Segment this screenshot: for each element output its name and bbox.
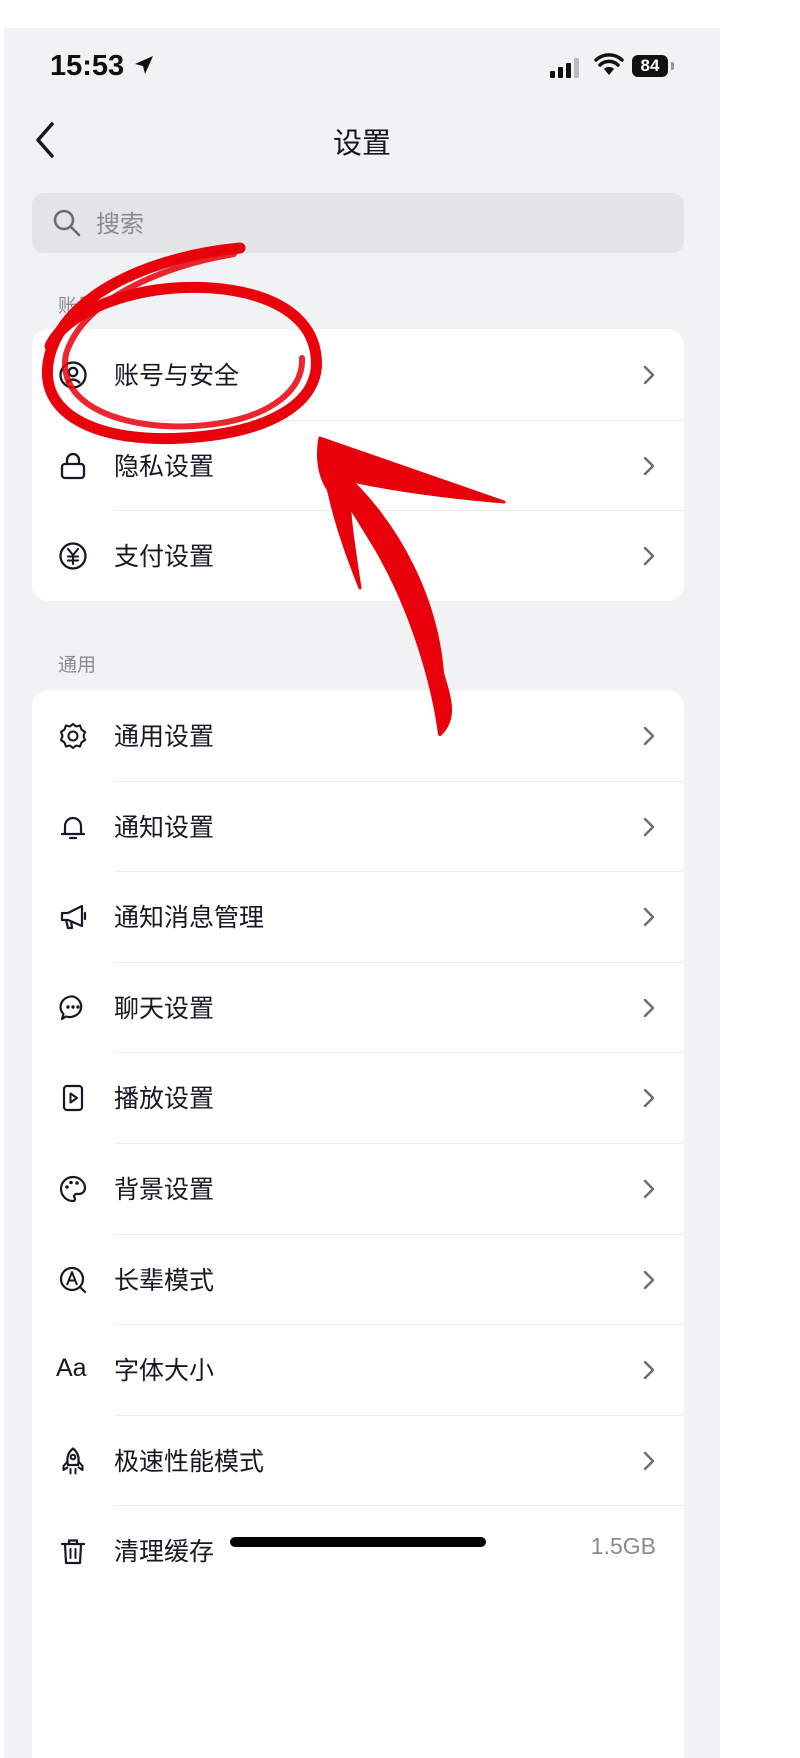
row-label: 长辈模式 (114, 1265, 215, 1295)
home-indicator (230, 1537, 486, 1547)
search-icon (53, 209, 81, 237)
chevron-right-icon (643, 726, 655, 746)
section-label-general: 通用 (58, 654, 97, 676)
settings-row-chat[interactable]: 聊天设置 (32, 961, 684, 1053)
bell-icon (60, 816, 86, 839)
settings-row-elder-mode[interactable]: 长辈模式 (32, 1233, 684, 1325)
search-box[interactable] (32, 193, 684, 253)
gear-icon (59, 722, 87, 750)
row-label: 隐私设置 (114, 451, 215, 481)
row-label: 通用设置 (114, 722, 215, 751)
search-input[interactable] (94, 201, 658, 247)
page-title: 设置 (332, 126, 391, 160)
settings-row-performance-mode[interactable]: 极速性能模式 (32, 1414, 684, 1506)
chevron-right-icon (643, 365, 655, 385)
row-label: 清理缓存 (114, 1537, 215, 1567)
row-label: 通知设置 (114, 812, 215, 842)
status-bar: 15:53 84 (4, 28, 720, 108)
chevron-right-icon (643, 1179, 655, 1199)
font-size-icon: Aa (56, 1354, 87, 1383)
settings-row-general[interactable]: 通用设置 (32, 690, 684, 781)
chevron-right-icon (643, 998, 655, 1017)
play-icon (62, 1085, 84, 1112)
battery-indicator: 84 (632, 55, 668, 77)
row-label: 支付设置 (114, 542, 215, 572)
settings-row-font-size[interactable]: Aa 字体大小 (32, 1324, 684, 1415)
location-arrow-icon (135, 56, 153, 74)
elder-mode-icon (59, 1266, 87, 1293)
general-settings-card: 通用设置 通知设置 通知消息管理 聊天设置 播放设置 背景设置 长辈模式 Aa … (32, 690, 684, 1758)
chevron-right-icon (643, 1360, 655, 1380)
chevron-right-icon (643, 456, 655, 475)
chevron-right-icon (643, 817, 655, 836)
megaphone-icon (60, 905, 87, 930)
row-label: 通知消息管理 (114, 903, 265, 933)
cache-size-value: 1.5GB (590, 1533, 656, 1560)
settings-screen: 15:53 84 设置 账号 (4, 28, 720, 1758)
row-label: 极速性能模式 (114, 1446, 265, 1476)
chat-bubble-icon (59, 995, 83, 1020)
settings-row-playback[interactable]: 播放设置 (32, 1052, 684, 1143)
settings-row-account-security[interactable]: 账号与安全 (32, 329, 684, 420)
status-time: 15:53 (50, 50, 125, 82)
account-settings-card: 账号与安全 隐私设置 支付设置 (32, 329, 684, 601)
rocket-icon (62, 1447, 84, 1475)
row-label: 账号与安全 (114, 361, 240, 390)
settings-row-notification-messages[interactable]: 通知消息管理 (32, 871, 684, 962)
chevron-right-icon (643, 1270, 655, 1289)
row-label: 播放设置 (114, 1084, 215, 1114)
settings-row-background[interactable]: 背景设置 (32, 1142, 684, 1234)
trash-icon (60, 1539, 86, 1565)
settings-row-clear-cache[interactable]: 清理缓存 1.5GB (32, 1505, 684, 1596)
settings-row-notifications[interactable]: 通知设置 (32, 780, 684, 872)
user-circle-icon (59, 361, 87, 389)
chevron-right-icon (643, 546, 655, 566)
yen-circle-icon (59, 542, 87, 570)
lock-icon (60, 452, 86, 479)
section-label-account: 账号 (58, 295, 97, 317)
wifi-icon (594, 53, 624, 75)
battery-tip (671, 62, 674, 70)
row-label: 聊天设置 (114, 993, 215, 1023)
row-label: 背景设置 (114, 1174, 215, 1204)
signal-icon (550, 58, 579, 78)
chevron-right-icon (643, 1451, 655, 1470)
chevron-right-icon (643, 907, 655, 927)
row-label: 字体大小 (114, 1356, 215, 1386)
settings-row-payment[interactable]: 支付设置 (32, 510, 684, 601)
chevron-right-icon (643, 1089, 655, 1108)
palette-icon (59, 1175, 87, 1203)
settings-row-privacy[interactable]: 隐私设置 (32, 419, 684, 511)
